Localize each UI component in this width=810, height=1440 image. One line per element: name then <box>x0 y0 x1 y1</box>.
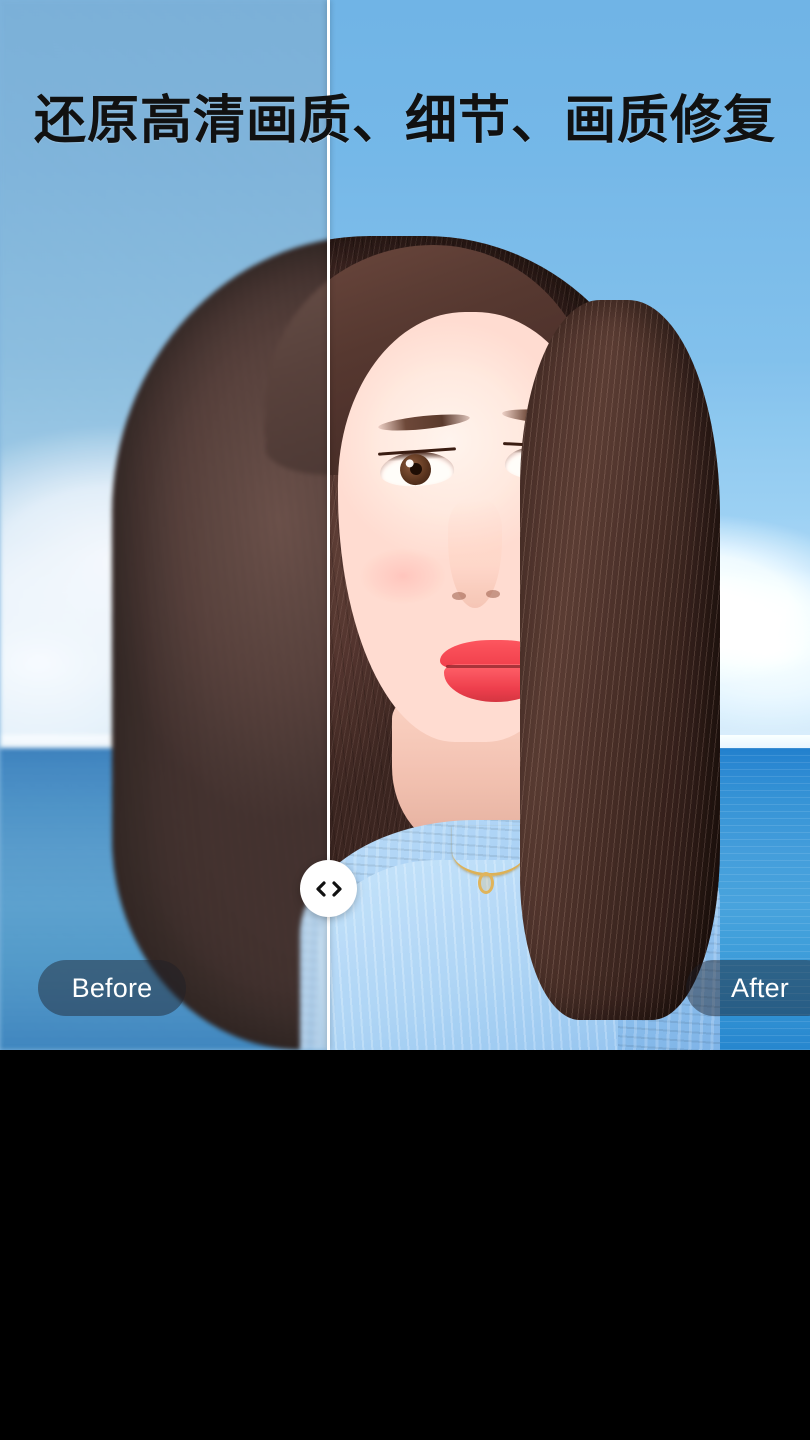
noise-overlay <box>0 0 328 1050</box>
after-image-half <box>328 0 810 1050</box>
after-photo <box>328 0 810 1050</box>
image-compare-preview[interactable]: 还原高清画质、细节、画质修复 Before After <box>0 0 810 1050</box>
compare-slider-icon <box>311 879 347 899</box>
editor-panel: Soft Natural Clear New <box>0 1050 810 1440</box>
nostril-left-after <box>452 592 466 600</box>
hair-front-right-strands-after <box>520 300 720 1020</box>
before-photo <box>0 0 328 1050</box>
iris-left-after <box>399 453 432 486</box>
page-title: 还原高清画质、细节、画质修复 <box>33 91 776 151</box>
before-badge: Before <box>38 960 186 1016</box>
blush-left-after <box>360 548 446 604</box>
app-root: 还原高清画质、细节、画质修复 Before After Soft N <box>0 0 810 1440</box>
before-badge-label: Before <box>71 972 153 1003</box>
before-image-half <box>0 0 328 1050</box>
necklace-after <box>452 826 526 876</box>
nostril-right-after <box>486 590 500 598</box>
after-badge-label: After <box>730 972 790 1003</box>
after-badge: After <box>686 960 810 1016</box>
necklace-pendant-after <box>478 872 494 894</box>
compare-slider-handle[interactable] <box>300 860 357 917</box>
